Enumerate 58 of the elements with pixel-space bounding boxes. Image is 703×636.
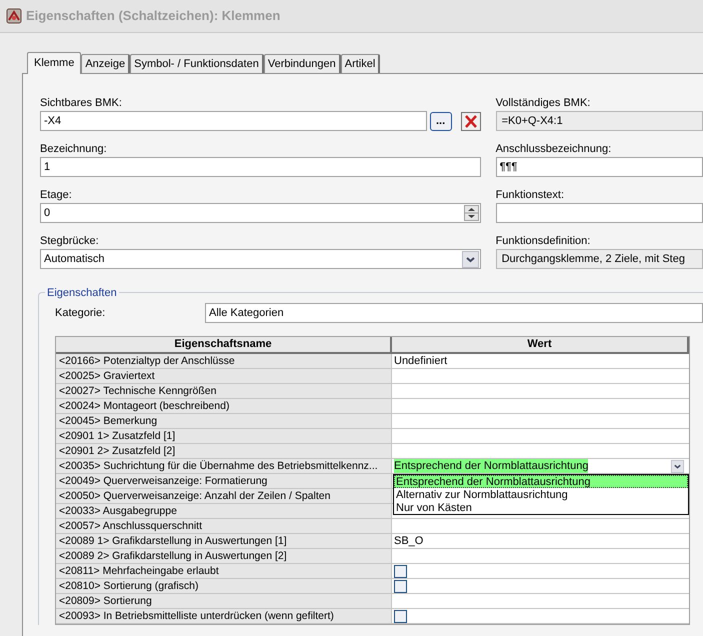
dropdown-option[interactable]: Entsprechend der Normblattausrichtung (394, 475, 688, 488)
dropdown[interactable]: Automatisch (40, 249, 481, 269)
property-name: <20050> Querverweisanzeige: Anzahl der Zeilen / Spalten (56, 489, 392, 504)
property-name: <20025> Graviertext (56, 369, 392, 384)
text-field[interactable] (496, 203, 703, 223)
property-name: <20049> Querverweisanzeige: Formatierung (56, 474, 392, 489)
field-label: Vollständiges BMK: (496, 96, 592, 111)
app-icon (6, 8, 22, 24)
tab[interactable]: Verbindungen (264, 54, 341, 73)
property-name: <20811> Mehrfacheingabe erlaubt (56, 564, 392, 579)
field-label: Anschlussbezeichnung: (496, 142, 612, 157)
field-label: Funktionstext: (496, 188, 566, 203)
field-label: Funktionsdefinition: (496, 234, 592, 249)
readonly-field: =K0+Q-X4:1 (496, 111, 703, 131)
dropdown-option[interactable]: Nur von Kästen (394, 501, 688, 514)
property-name: <20810> Sortierung (grafisch) (56, 579, 392, 594)
property-name: <20035> Suchrichtung für die Übernahme des Betriebsmittelkennz... (56, 459, 392, 474)
property-name: <20089 2> Grafikdarstellung in Auswertungen [2] (56, 549, 392, 564)
field-label: Etage: (40, 188, 73, 203)
property-name: <20045> Bemerkung (56, 414, 392, 429)
checkbox[interactable] (394, 564, 407, 578)
delete-icon[interactable] (460, 112, 481, 130)
dropdown[interactable]: Alle Kategorien (205, 303, 703, 323)
property-name: <20901 1> Zusatzfeld [1] (56, 429, 392, 444)
browse-button[interactable]: ... (430, 112, 452, 130)
tab[interactable]: Symbol- / Funktionsdaten (130, 54, 264, 73)
property-name: <20024> Montageort (beschreibend) (56, 399, 392, 414)
property-value: Undefiniert (394, 354, 448, 368)
field-label: Bezeichnung: (40, 142, 108, 157)
property-name: <20033> Ausgabegruppe (56, 504, 392, 519)
property-value: SB_O (394, 534, 424, 548)
field-label: Kategorie: (55, 306, 106, 321)
tab[interactable]: Klemme (27, 52, 82, 74)
property-name: <20027> Technische Kenngrößen (56, 384, 392, 399)
text-field[interactable]: 1 (40, 157, 481, 177)
group-title: Eigenschaften (45, 285, 119, 302)
column-header[interactable]: Wert (392, 337, 689, 354)
property-name: <20089 1> Grafikdarstellung in Auswertungen [1] (56, 534, 392, 549)
readonly-field: Durchgangsklemme, 2 Ziele, mit Steg (496, 249, 703, 269)
property-name: <20809> Sortierung (56, 594, 392, 609)
dropdown-value[interactable]: Entsprechend der Normblattausrichtung (394, 459, 588, 473)
spin-arrows-icon[interactable] (464, 205, 479, 221)
text-field[interactable]: ¶¶¶ (496, 157, 703, 177)
property-name: <20166> Potenzialtyp der Anschlüsse (56, 354, 392, 369)
tab[interactable]: Anzeige (81, 54, 130, 73)
window-title: Eigenschaften (Schaltzeichen): Klemmen (26, 7, 280, 26)
dropdown-option[interactable]: Alternativ zur Normblattausrichtung (394, 488, 688, 501)
checkbox[interactable] (394, 610, 407, 622)
property-name: <20057> Anschlussquerschnitt (56, 519, 392, 534)
field-label: Stegbrücke: (40, 234, 100, 249)
tab[interactable]: Artikel (340, 54, 380, 73)
spin-field[interactable]: 0 (40, 203, 481, 223)
text-field[interactable]: -X4 (40, 111, 427, 131)
field-label: Sichtbares BMK: (40, 96, 123, 111)
column-header[interactable]: Eigenschaftsname (56, 337, 392, 354)
property-name: <20901 2> Zusatzfeld [2] (56, 444, 392, 459)
checkbox[interactable] (394, 580, 407, 592)
property-name: <20093> In Betriebsmittelliste unterdrücken (wenn gefiltert) (56, 609, 392, 624)
